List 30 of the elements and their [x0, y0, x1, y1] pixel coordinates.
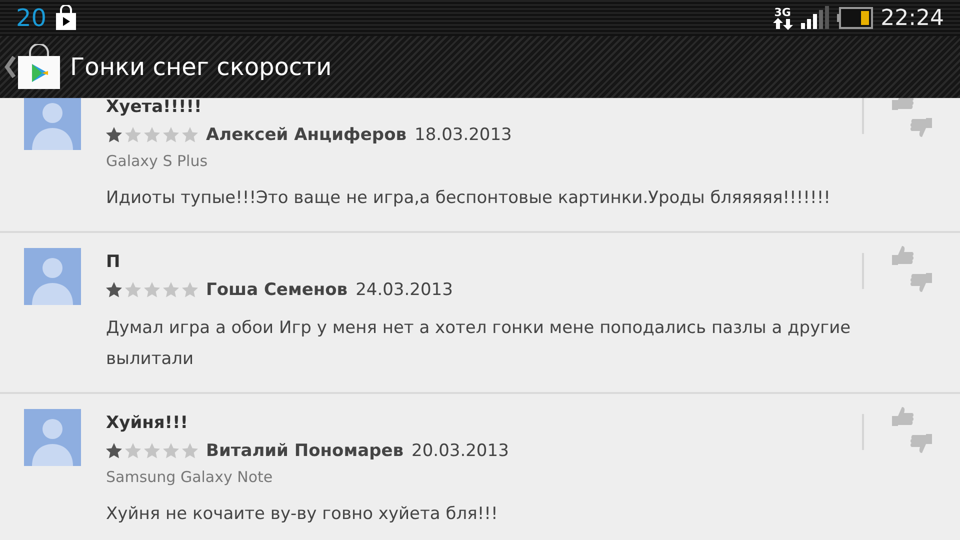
thumbs-up-down-icon[interactable] — [890, 406, 934, 454]
signal-icon — [800, 6, 829, 30]
review-author: Алексей Анциферов — [206, 124, 407, 147]
avatar-icon — [24, 98, 81, 150]
review-title: Хуйня!!! — [106, 412, 190, 435]
back-chevron-icon — [4, 56, 16, 78]
battery-icon — [836, 7, 873, 29]
avatar-icon — [24, 248, 81, 305]
notification-count: 20 — [16, 3, 47, 34]
review-author: Гоша Семенов — [206, 279, 348, 302]
review-text: Хуйня не кочаите ву-ву говно хуйета бля!!! — [106, 503, 499, 526]
network-type: 3G — [774, 6, 791, 18]
app-title: Гонки снег скорости — [70, 52, 332, 83]
review-date: 18.03.2013 — [414, 124, 512, 147]
review-title: Хуета!!!!! — [106, 98, 203, 119]
avatar-icon — [24, 409, 81, 466]
device-name: Galaxy S Plus — [106, 151, 209, 172]
thumbs-up-down-icon[interactable] — [890, 98, 934, 138]
store-bag-icon — [54, 5, 77, 31]
device-name: Samsung Galaxy Note — [106, 467, 274, 488]
review-date: 24.03.2013 — [356, 279, 453, 302]
review-text: Идиоты тупые!!!Это ваще не игра,а беспонтовые картинки.Уроды бляяяяя!!!!!!! — [106, 187, 832, 210]
review-title: П — [106, 251, 122, 274]
review-text: Думал игра а обои Игр у меня нет а хотел гонки мене поподались пазлы а другие вылитали — [106, 317, 852, 371]
thumbs-up-down-icon[interactable] — [890, 245, 934, 293]
review-author: Виталий Пономарев — [206, 440, 404, 463]
data-arrows-icon — [772, 18, 793, 30]
clock: 22:24 — [880, 4, 944, 32]
store-bag-icon — [16, 44, 62, 90]
review-date: 20.03.2013 — [412, 440, 509, 463]
